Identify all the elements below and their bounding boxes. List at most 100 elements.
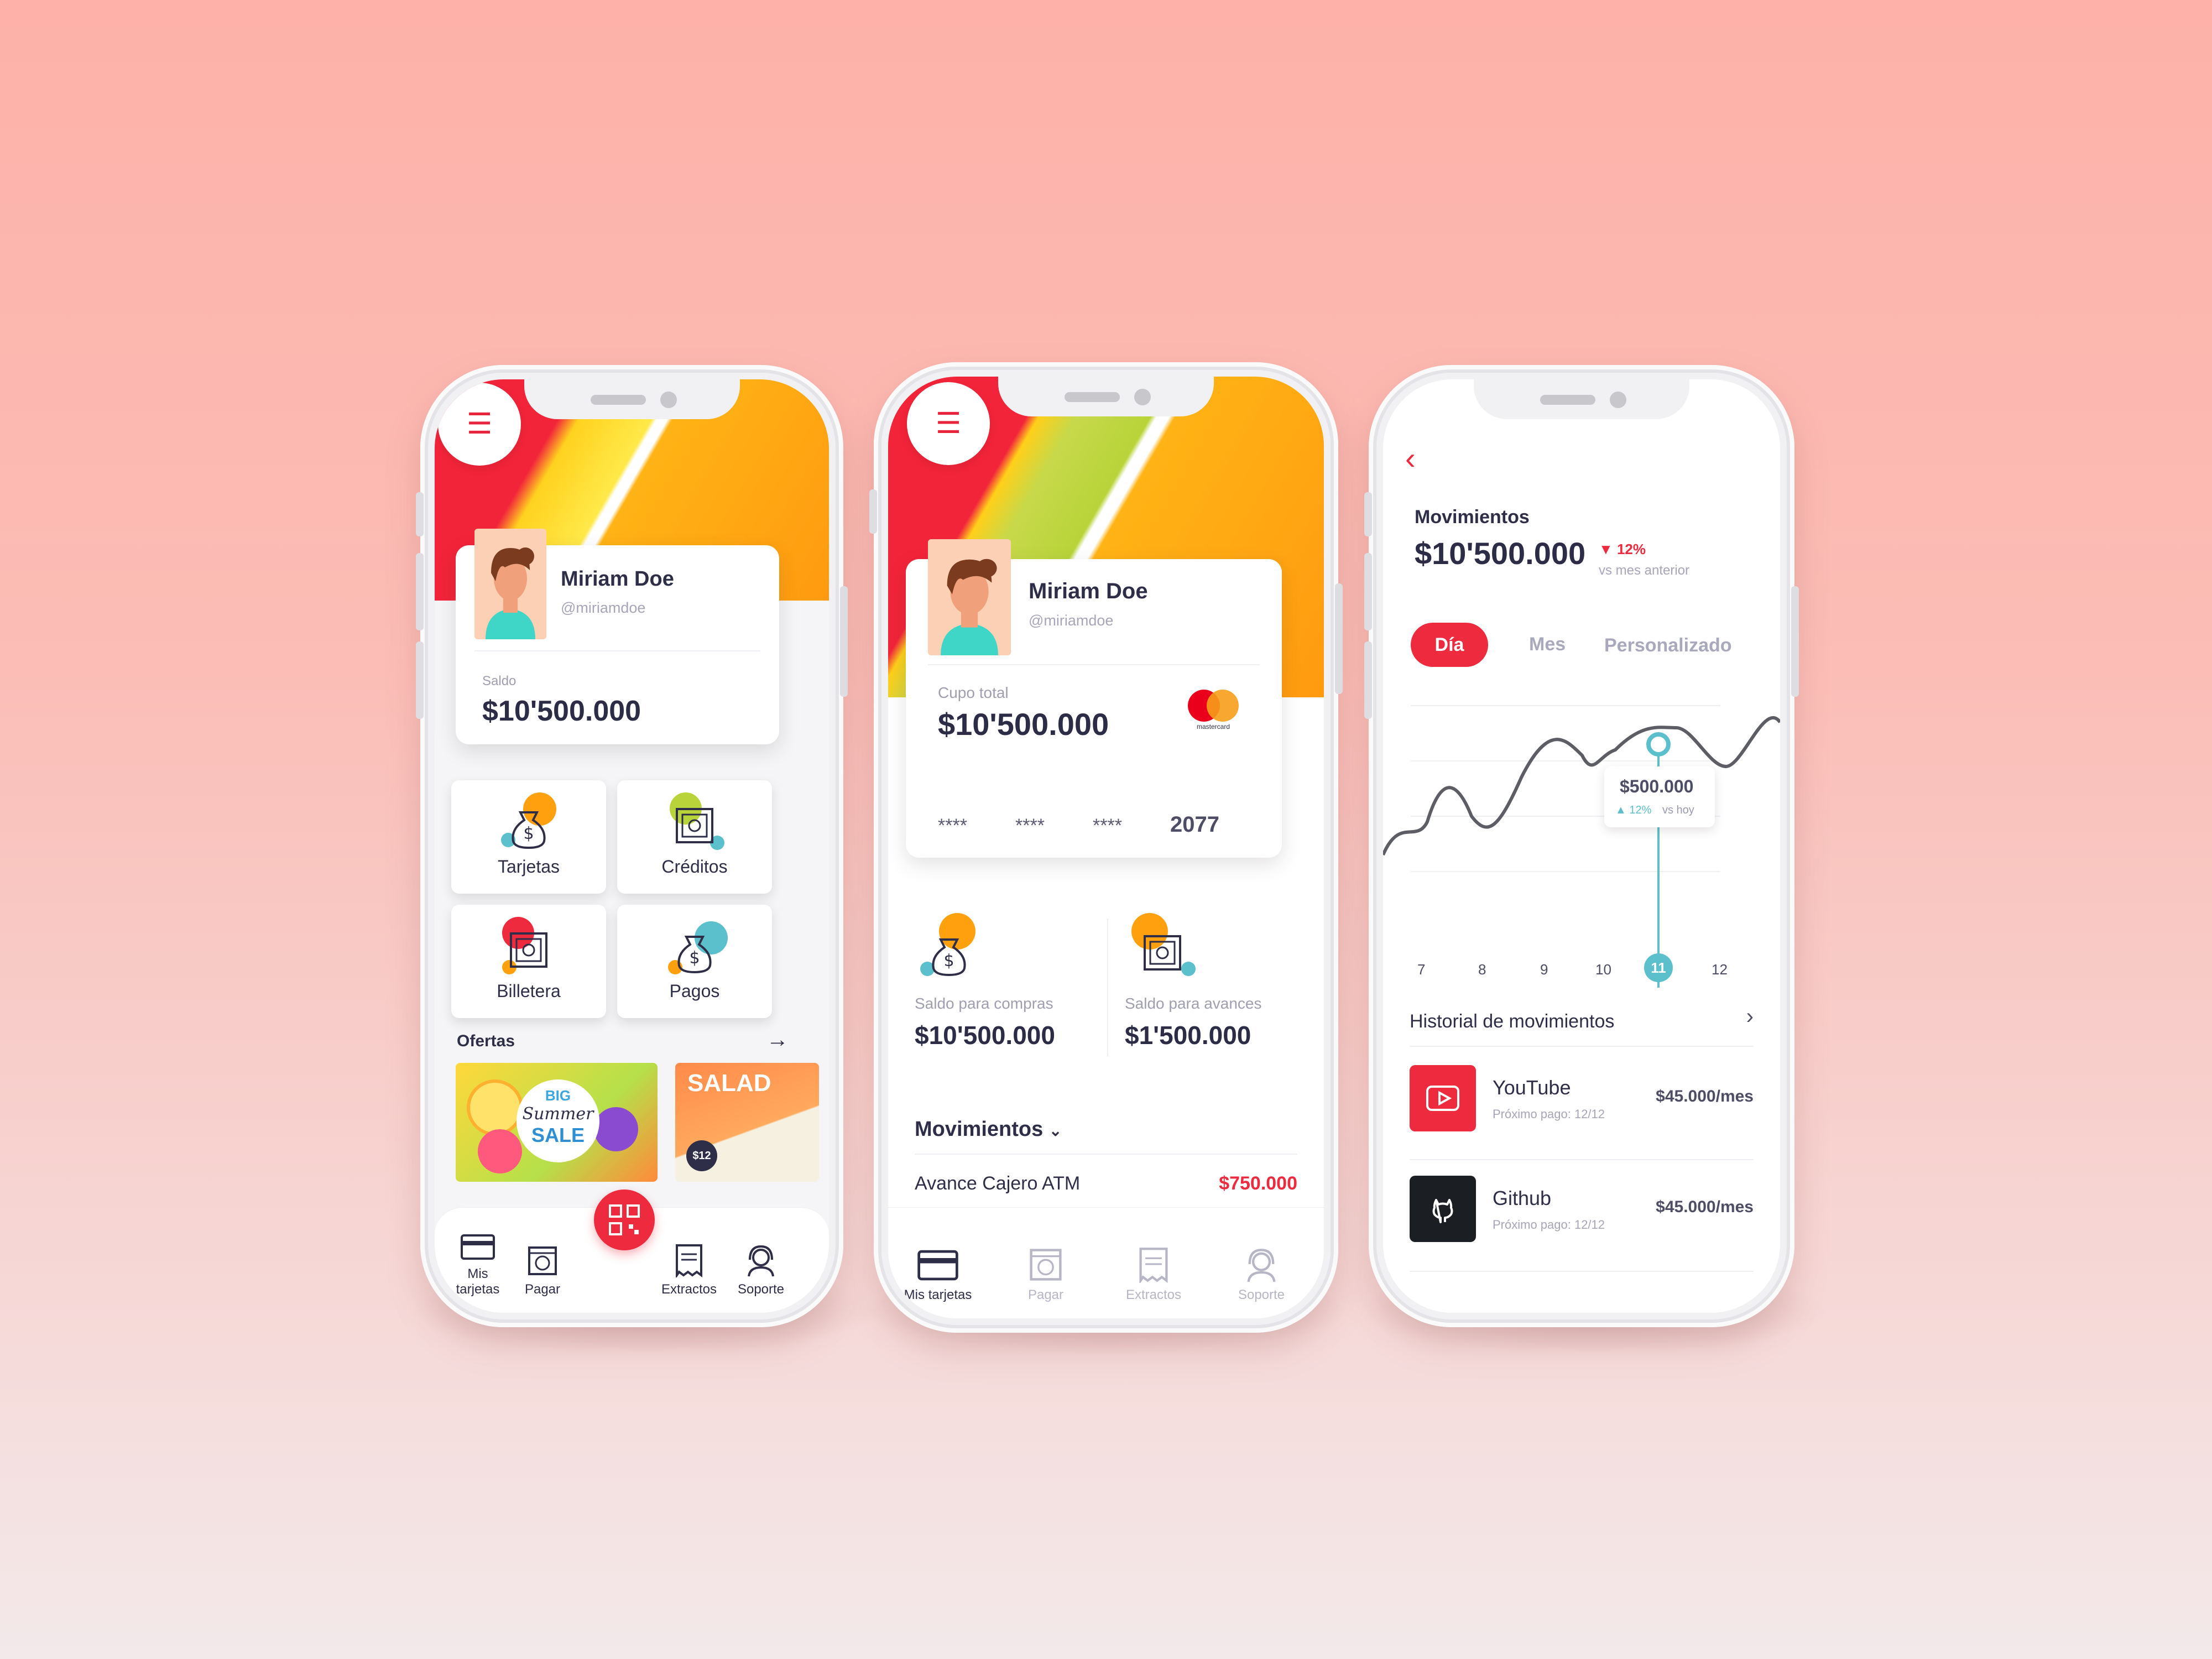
promo-summer-sale[interactable]: BIG Summer SALE <box>456 1063 658 1182</box>
phone-home: ☰ Miriam Doe @miriamdoe Saldo $10'500.00… <box>416 365 848 1327</box>
headset-icon <box>1247 1249 1276 1282</box>
hamburger-icon: ☰ <box>935 408 962 440</box>
headset-icon <box>748 1245 774 1277</box>
github-logo <box>1410 1176 1476 1242</box>
chart-line <box>1383 716 1780 856</box>
movement-amount: $750.000 <box>1219 1173 1297 1194</box>
github-icon <box>1432 1199 1453 1223</box>
selected-day[interactable]: 11 <box>1644 953 1673 982</box>
tile-label: Pagos <box>669 981 720 1001</box>
nav-mis-tarjetas[interactable]: Mis tarjetas <box>445 1232 511 1297</box>
nav-extractos[interactable]: Extractos <box>1115 1246 1192 1303</box>
promo-salad[interactable]: SALAD $12 <box>675 1063 819 1182</box>
item-amount: $45.000/mes <box>1656 1087 1754 1105</box>
money-bag-icon: $ <box>932 938 966 977</box>
movements-toggle[interactable]: Movimientos ⌄ <box>915 1118 1062 1141</box>
back-icon[interactable]: ‹ <box>1405 440 1416 476</box>
tab-dia[interactable]: Día <box>1411 623 1488 667</box>
menu-button[interactable]: ☰ <box>438 383 521 466</box>
purchases-label: Saldo para compras <box>915 995 1053 1012</box>
advances-value: $1'500.000 <box>1125 1021 1251 1050</box>
tile-creditos[interactable]: Créditos <box>617 780 772 894</box>
tile-label: Tarjetas <box>497 857 560 877</box>
card-number: **** **** **** 2077 <box>938 812 1219 837</box>
promo-summer: Summer <box>522 1104 594 1124</box>
tab-mes[interactable]: Mes <box>1529 634 1566 655</box>
qr-icon <box>609 1204 640 1235</box>
nav-pagar[interactable]: Pagar <box>518 1244 567 1297</box>
play-icon <box>1426 1086 1459 1111</box>
arrow-right-icon[interactable]: → <box>766 1027 789 1052</box>
tile-pagos[interactable]: $ Pagos <box>617 905 772 1018</box>
user-handle: @miriamdoe <box>561 599 646 616</box>
svg-text:$: $ <box>523 824 534 843</box>
item-title: Github <box>1493 1187 1552 1209</box>
user-handle: @miriamdoe <box>1029 612 1114 629</box>
chevron-right-icon: › <box>1746 1004 1754 1029</box>
money-bag-icon: $ <box>677 936 712 974</box>
balance-label: Saldo <box>482 674 517 688</box>
item-amount: $45.000/mes <box>1656 1198 1754 1216</box>
promo-salad-title: SALAD <box>687 1070 771 1097</box>
tile-label: Créditos <box>661 857 728 877</box>
list-item[interactable]: Github Próximo pago: 12/12 $45.000/mes <box>1410 1176 1754 1253</box>
movement-row[interactable]: Avance Cajero ATM $750.000 <box>915 1173 1297 1206</box>
total-value: $10'500.000 <box>1415 536 1586 571</box>
nav-extractos[interactable]: Extractos <box>659 1243 719 1297</box>
triangle-down-icon: ▼ <box>1599 541 1613 557</box>
tab-personalizado[interactable]: Personalizado <box>1604 635 1732 656</box>
credit-card[interactable]: Miriam Doe @miriamdoe Cupo total $10'500… <box>906 539 1282 858</box>
avatar <box>474 529 546 639</box>
hamburger-icon: ☰ <box>466 408 493 440</box>
item-sub: Próximo pago: 12/12 <box>1493 1107 1605 1121</box>
mastercard-logo: mastercard <box>1188 690 1243 734</box>
avatar <box>928 539 1011 655</box>
card-icon <box>461 1234 495 1260</box>
purchases-value: $10'500.000 <box>915 1021 1055 1050</box>
nav-pagar[interactable]: Pagar <box>1013 1246 1079 1303</box>
qr-scan-button[interactable] <box>594 1190 655 1250</box>
x-axis: 7 8 9 10 11 12 <box>1383 953 1780 994</box>
change-badge: ▼ 12% <box>1599 541 1646 557</box>
safe-icon <box>510 932 547 968</box>
safe-icon <box>676 808 713 843</box>
list-item[interactable]: YouTube Próximo pago: 12/12 $45.000/mes <box>1410 1065 1754 1142</box>
offers-label: Ofertas <box>457 1032 515 1050</box>
advances-label: Saldo para avances <box>1125 995 1262 1012</box>
balance-value: $10'500.000 <box>482 695 641 727</box>
purchases-block: $ Saldo para compras $10'500.000 <box>888 902 1109 1084</box>
promo-sale: SALE <box>531 1124 585 1146</box>
phone-movements: ‹ Movimientos $10'500.000 ▼ 12% vs mes a… <box>1364 365 1799 1327</box>
svg-text:$: $ <box>943 951 954 971</box>
pay-icon <box>528 1246 557 1275</box>
phone-card-detail: ☰ Miriam Doe @miriamdoe Cupo total $10'5… <box>869 362 1343 1333</box>
menu-button[interactable]: ☰ <box>907 382 990 465</box>
receipt-icon <box>1139 1248 1168 1283</box>
safe-icon <box>1144 935 1181 971</box>
nav-soporte[interactable]: Soporte <box>1225 1246 1297 1303</box>
user-name: Miriam Doe <box>1029 579 1148 603</box>
chart-tooltip: $500.000 ▲ 12% vs hoy <box>1604 766 1715 827</box>
tooltip-value: $500.000 <box>1620 776 1694 796</box>
limit-value: $10'500.000 <box>938 707 1109 742</box>
history-link[interactable]: Historial de movimientos › <box>1410 999 1754 1043</box>
advances-block: Saldo para avances $1'500.000 <box>1109 902 1324 1084</box>
movement-title: Avance Cajero ATM <box>915 1173 1081 1194</box>
tile-label: Billetera <box>497 981 561 1001</box>
promo-salad-price: $12 <box>692 1149 711 1162</box>
card-icon <box>917 1250 958 1281</box>
page-title: Movimientos <box>1415 507 1530 528</box>
profile-card: Miriam Doe @miriamdoe Saldo $10'500.000 <box>456 529 779 744</box>
limit-label: Cupo total <box>938 684 1009 701</box>
chevron-down-icon: ⌄ <box>1048 1122 1062 1139</box>
nav-mis-tarjetas[interactable]: Mis tarjetas <box>899 1248 977 1303</box>
youtube-logo <box>1410 1065 1476 1131</box>
promo-big: BIG <box>545 1087 571 1104</box>
tile-billetera[interactable]: Billetera <box>451 905 606 1018</box>
tile-tarjetas[interactable]: $ Tarjetas <box>451 780 606 894</box>
user-name: Miriam Doe <box>561 567 674 591</box>
svg-text:$: $ <box>689 948 700 968</box>
nav-soporte[interactable]: Soporte <box>731 1243 791 1297</box>
bottom-nav: Mis tarjetas Pagar Extractos Soporte <box>888 1207 1324 1318</box>
change-sub: vs mes anterior <box>1599 563 1690 578</box>
